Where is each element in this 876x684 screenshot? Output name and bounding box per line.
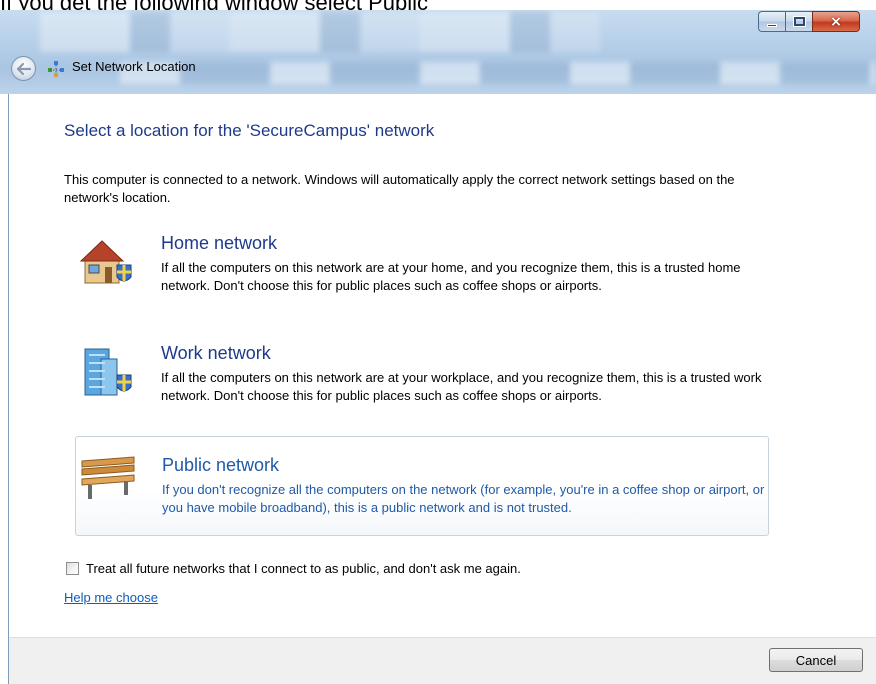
network-location-icon [48, 61, 64, 77]
cancel-button[interactable]: Cancel [769, 648, 863, 672]
dialog-footer: Cancel [9, 637, 876, 684]
treat-public-checkbox-row[interactable]: Treat all future networks that I connect… [66, 561, 521, 576]
dialog-body: Select a location for the 'SecureCampus'… [8, 94, 876, 684]
public-network-icon [81, 456, 135, 499]
work-network-description: If all the computers on this network are… [161, 370, 762, 403]
minimize-button[interactable] [758, 11, 785, 32]
close-icon: × [830, 13, 842, 30]
home-network-option[interactable]: Home network If all the computers on thi… [75, 227, 769, 327]
treat-public-checkbox-label[interactable]: Treat all future networks that I connect… [86, 561, 521, 576]
maximize-icon [792, 16, 806, 27]
work-network-icon [84, 348, 132, 396]
treat-public-checkbox[interactable] [66, 562, 79, 575]
back-arrow-icon [16, 62, 31, 75]
intro-text: This computer is connected to a network.… [64, 172, 735, 205]
navigation-bar: Set Network Location [0, 46, 876, 90]
window-title: Set Network Location [72, 59, 196, 74]
public-network-description: If you don't recognize all the computers… [162, 482, 765, 515]
home-network-icon [79, 240, 132, 284]
minimize-icon [767, 24, 777, 27]
help-me-choose-link[interactable]: Help me choose [64, 590, 158, 605]
back-button[interactable] [11, 56, 36, 81]
dialog-heading: Select a location for the 'SecureCampus'… [64, 121, 435, 140]
work-network-option[interactable]: Work network If all the computers on thi… [75, 339, 769, 439]
work-network-title: Work network [161, 343, 271, 363]
public-network-title: Public network [162, 455, 280, 475]
public-network-option[interactable]: Public network If you don't recognize al… [75, 436, 769, 536]
window-controls: × [758, 11, 860, 32]
close-button[interactable]: × [812, 11, 860, 32]
home-network-title: Home network [161, 233, 278, 253]
maximize-button[interactable] [785, 11, 812, 32]
home-network-description: If all the computers on this network are… [161, 260, 741, 293]
